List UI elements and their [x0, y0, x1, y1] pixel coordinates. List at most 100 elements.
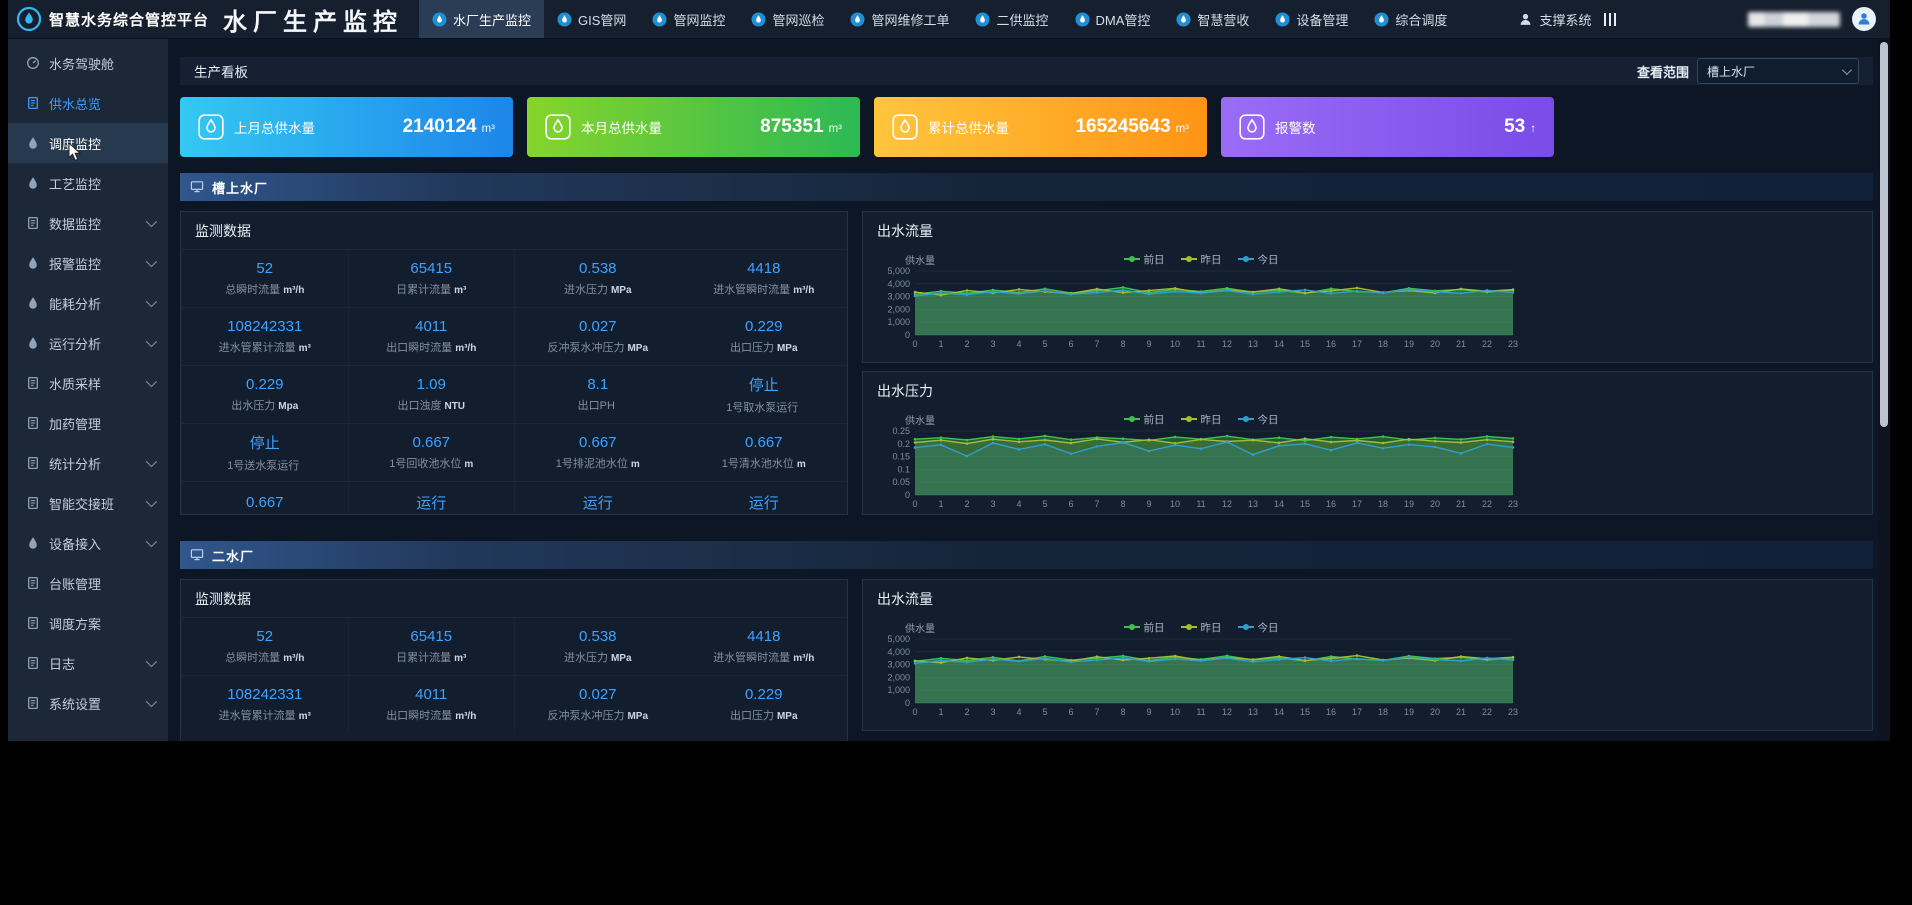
chevron-down-icon — [146, 696, 157, 707]
nav-tab[interactable]: 综合调度 — [1361, 0, 1460, 38]
metric-cell: 0.229 出口压力MPa — [681, 675, 848, 733]
sidebar-item[interactable]: 加药管理 — [8, 403, 168, 443]
nav-tab[interactable]: DMA管控 — [1062, 0, 1164, 38]
sidebar-item[interactable]: 运行分析 — [8, 323, 168, 363]
legend-item[interactable]: 前日 — [1124, 620, 1165, 635]
svg-text:3: 3 — [990, 499, 995, 509]
metric-cell: 停止 1号送水泵运行 — [181, 423, 348, 481]
sidebar-item[interactable]: 数据监控 — [8, 203, 168, 243]
nav-tab-label: GIS管网 — [578, 10, 626, 29]
svg-text:9: 9 — [1146, 499, 1151, 509]
metric-value: 4011 — [415, 318, 447, 335]
metric-label: 出口压力MPa — [730, 339, 798, 355]
logo-icon — [16, 6, 42, 32]
scope-select[interactable]: 槽上水厂 — [1697, 58, 1859, 84]
sidebar-item[interactable]: 报警监控 — [8, 243, 168, 283]
sidebar-item-label: 工艺监控 — [49, 174, 101, 193]
nav-tab[interactable]: 智慧营收 — [1163, 0, 1262, 38]
legend-item[interactable]: 昨日 — [1181, 620, 1222, 635]
svg-text:1: 1 — [938, 499, 943, 509]
metric-unit: MPa — [611, 285, 632, 296]
svg-text:13: 13 — [1248, 339, 1258, 349]
metric-unit: NTU — [444, 401, 465, 412]
metric-unit: m — [797, 459, 806, 470]
metric-unit: m³/h — [283, 653, 304, 664]
legend-item[interactable]: 前日 — [1124, 252, 1165, 267]
nav-tab[interactable]: 二供监控 — [962, 0, 1061, 38]
support-system-item[interactable]: 支撑系统 — [1518, 10, 1591, 29]
stat-card-unit: m³ — [482, 123, 495, 135]
sidebar-item[interactable]: 台账管理 — [8, 563, 168, 603]
outflow-chart-panel: 出水流量 供水量前日昨日今日01,0002,0003,0004,0005,000… — [862, 211, 1873, 363]
nav-tab[interactable]: GIS管网 — [544, 0, 639, 38]
legend-item[interactable]: 今日 — [1238, 412, 1279, 427]
monitoring-data-panel: 监测数据 52 总瞬时流量m³/h 65415 日累计流量m³ 0.538 进 — [180, 211, 848, 515]
nav-tab[interactable]: 管网维修工单 — [837, 0, 962, 38]
nav-tab[interactable]: 水厂生产监控 — [419, 0, 544, 38]
metric-cell: 65415 日累计流量m³ — [348, 249, 515, 307]
legend-item[interactable]: 今日 — [1238, 252, 1279, 267]
section-title: 二水厂 — [212, 546, 254, 565]
sidebar-item[interactable]: 调度监控 — [8, 123, 168, 163]
sidebar-item[interactable]: 系统设置 — [8, 683, 168, 723]
svg-text:3,000: 3,000 — [887, 292, 910, 302]
metric-label: 日累计流量m³ — [396, 281, 466, 297]
legend-item[interactable]: 昨日 — [1181, 252, 1222, 267]
nav-tab[interactable]: 设备管理 — [1262, 0, 1361, 38]
metric-unit: MPa — [627, 343, 648, 354]
scrollbar-thumb[interactable] — [1880, 42, 1888, 427]
stat-card: 报警数 53 ↑ — [1221, 97, 1554, 157]
legend-item[interactable]: 今日 — [1238, 620, 1279, 635]
metric-value: 运行 — [749, 492, 779, 513]
user-avatar[interactable] — [1852, 7, 1876, 31]
metric-value: 0.538 — [579, 260, 617, 277]
metric-unit: m³/h — [455, 343, 476, 354]
sidebar-item[interactable]: 设备接入 — [8, 523, 168, 563]
outflow-chart: 供水量前日昨日今日01,0002,0003,0004,0005,00001234… — [863, 249, 1531, 354]
svg-text:17: 17 — [1352, 707, 1362, 717]
svg-text:13: 13 — [1248, 499, 1258, 509]
platform-name: 智慧水务综合管控平台 — [49, 9, 209, 30]
columns-icon[interactable] — [1604, 13, 1617, 26]
nav-tab[interactable]: 管网巡检 — [738, 0, 837, 38]
sidebar-item[interactable]: 能耗分析 — [8, 283, 168, 323]
metric-cell: 0.229 出水压力Mpa — [181, 365, 348, 423]
menu-icon — [26, 56, 40, 70]
menu-icon — [26, 376, 40, 390]
menu-icon — [26, 296, 40, 310]
metric-value: 运行 — [416, 492, 446, 513]
sidebar-item-label: 数据监控 — [49, 214, 101, 233]
stat-card-unit: m³ — [1176, 123, 1189, 135]
svg-text:19: 19 — [1404, 499, 1414, 509]
metric-label: 出口瞬时流量m³/h — [386, 339, 476, 355]
legend-item[interactable]: 昨日 — [1181, 412, 1222, 427]
svg-text:21: 21 — [1456, 339, 1466, 349]
stat-card-number: 875351 — [760, 116, 823, 138]
plant2-row: 监测数据 52 总瞬时流量m³/h 65415 日累计流量m³ 0.538 进 — [180, 579, 1873, 741]
sidebar-item[interactable]: 日志 — [8, 643, 168, 683]
nav-tab[interactable]: 管网监控 — [639, 0, 738, 38]
stat-card-label: 累计总供水量 — [928, 117, 1009, 137]
sidebar-item[interactable]: 水务驾驶舱 — [8, 43, 168, 83]
water-drop-icon — [892, 114, 918, 140]
chevron-down-icon — [146, 256, 157, 267]
svg-text:0.1: 0.1 — [897, 464, 910, 474]
svg-text:2: 2 — [964, 339, 969, 349]
vertical-scrollbar[interactable] — [1878, 39, 1890, 741]
menu-icon — [26, 216, 40, 230]
sidebar-item[interactable]: 调度方案 — [8, 603, 168, 643]
sidebar-item[interactable]: 统计分析 — [8, 443, 168, 483]
sidebar-item[interactable]: 工艺监控 — [8, 163, 168, 203]
svg-text:22: 22 — [1482, 707, 1492, 717]
metrics-grid: 52 总瞬时流量m³/h 65415 日累计流量m³ 0.538 进水压力MPa… — [181, 617, 847, 733]
svg-text:6: 6 — [1068, 499, 1073, 509]
metric-cell: 停止 1号取水泵运行 — [681, 365, 848, 423]
sidebar-item[interactable]: 水质采样 — [8, 363, 168, 403]
legend-item[interactable]: 前日 — [1124, 412, 1165, 427]
sidebar-item[interactable]: 供水总览 — [8, 83, 168, 123]
svg-text:14: 14 — [1274, 499, 1284, 509]
menu-icon — [26, 176, 40, 190]
svg-text:1: 1 — [938, 339, 943, 349]
sidebar-item[interactable]: 智能交接班 — [8, 483, 168, 523]
metric-label: 出水压力Mpa — [231, 397, 298, 413]
